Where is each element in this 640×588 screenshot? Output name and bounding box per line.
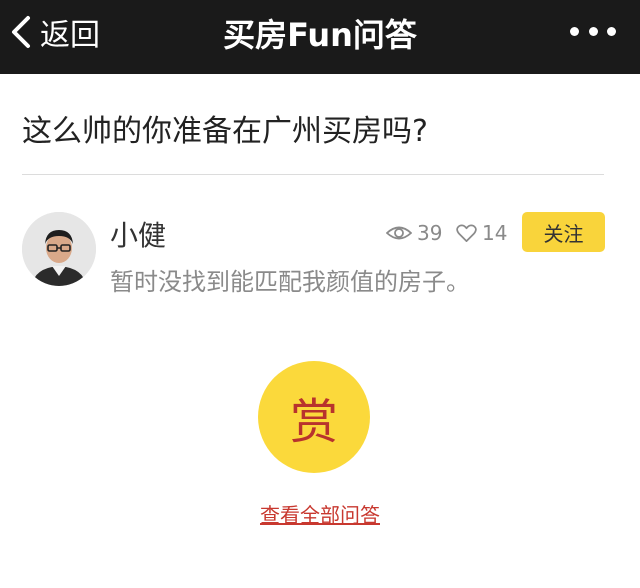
top-navbar: 返回 买房Fun问答	[0, 0, 640, 74]
view-count: 39	[386, 220, 442, 246]
back-label: 返回	[40, 18, 100, 53]
view-count-value: 39	[417, 221, 443, 245]
answer-text: 暂时没找到能匹配我颜值的房子。	[110, 268, 470, 296]
chevron-left-icon	[12, 16, 30, 48]
eye-icon	[386, 226, 412, 240]
heart-outline-icon	[456, 223, 477, 242]
more-dots-icon	[607, 26, 616, 36]
more-dots-icon	[588, 26, 598, 36]
view-all-container: 查看全部问答	[0, 499, 640, 528]
more-button[interactable]	[570, 18, 616, 44]
user-avatar[interactable]	[22, 212, 96, 286]
like-button[interactable]: 14	[456, 220, 507, 246]
question-title: 这么帅的你准备在广州买房吗?	[22, 114, 428, 149]
divider	[22, 174, 604, 175]
avatar-image	[22, 212, 96, 286]
author-name[interactable]: 小健	[110, 214, 166, 254]
reward-label: 赏	[289, 394, 338, 450]
view-all-link[interactable]: 查看全部问答	[260, 503, 380, 527]
reward-button[interactable]: 赏	[258, 361, 370, 473]
back-button[interactable]: 返回	[10, 12, 100, 53]
follow-button[interactable]: 关注	[522, 212, 605, 252]
more-dots-icon	[570, 26, 579, 36]
like-count-value: 14	[482, 221, 508, 245]
